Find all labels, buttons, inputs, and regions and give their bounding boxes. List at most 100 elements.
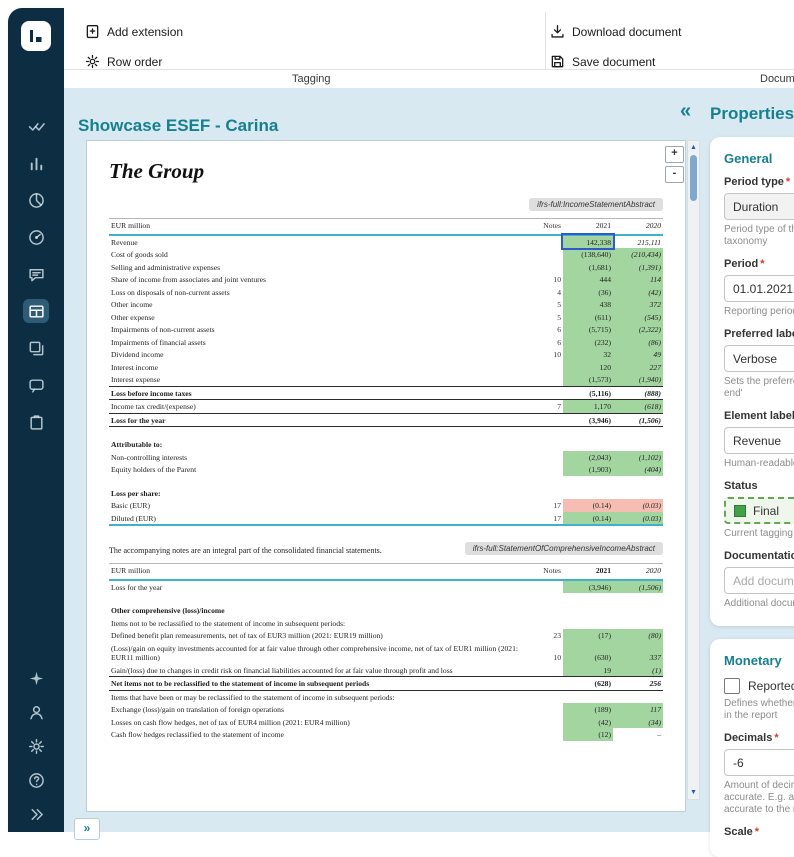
cell-2021[interactable]: (189) bbox=[563, 703, 613, 716]
spacer-cell bbox=[109, 427, 663, 439]
double-chevron-icon[interactable] bbox=[23, 802, 49, 826]
save-document-button[interactable]: Save document bbox=[550, 54, 655, 69]
preferred-label-input[interactable] bbox=[724, 345, 794, 372]
layers-icon[interactable] bbox=[23, 336, 49, 360]
cell-2020[interactable]: (42) bbox=[613, 286, 663, 299]
cell-2020[interactable]: 117 bbox=[613, 703, 663, 716]
cell-2021[interactable]: (1,903) bbox=[563, 463, 613, 476]
xbrl-tag-income-statement[interactable]: ifrs-full:IncomeStatementAbstract bbox=[529, 198, 663, 211]
sparkle-icon[interactable] bbox=[23, 666, 49, 690]
cell-2021[interactable]: (611) bbox=[563, 311, 613, 324]
cell-2021[interactable]: 1,170 bbox=[563, 400, 613, 414]
cell-2020[interactable]: (0.03) bbox=[613, 512, 663, 526]
cell-2021[interactable]: 120 bbox=[563, 361, 613, 374]
cell-2021[interactable]: (1,573) bbox=[563, 373, 613, 386]
row-notes bbox=[533, 361, 563, 374]
cell-2021[interactable]: (42) bbox=[563, 716, 613, 729]
cell-2020[interactable]: (1,506) bbox=[613, 580, 663, 594]
cell-2020[interactable]: (888) bbox=[613, 386, 663, 400]
comprehensive-income-table: EUR millionNotes20212020Loss for the yea… bbox=[109, 563, 663, 741]
scrollbar-thumb[interactable] bbox=[690, 155, 697, 201]
cell-2020[interactable]: 227 bbox=[613, 361, 663, 374]
cell-2020[interactable]: (1,391) bbox=[613, 261, 663, 274]
app-logo[interactable] bbox=[21, 21, 51, 51]
cell-2020[interactable]: 337 bbox=[613, 642, 663, 664]
cell-2020[interactable]: 372 bbox=[613, 298, 663, 311]
cell-2020[interactable]: (2,322) bbox=[613, 323, 663, 336]
period-input[interactable] bbox=[724, 275, 794, 302]
reported-label: Reported bbox=[748, 679, 794, 693]
chat-icon[interactable] bbox=[23, 373, 49, 397]
tagging-table-icon[interactable] bbox=[23, 299, 49, 323]
expand-panel-button[interactable]: » bbox=[74, 818, 100, 840]
cell-2021[interactable]: 19 bbox=[563, 664, 613, 677]
cell-2021[interactable]: (3,946) bbox=[563, 580, 613, 594]
required-marker: * bbox=[755, 826, 759, 838]
scroll-down-arrow[interactable]: ▼ bbox=[688, 789, 699, 796]
clipboard-icon[interactable] bbox=[23, 410, 49, 434]
scroll-up-arrow[interactable]: ▲ bbox=[688, 144, 699, 151]
cell-2021[interactable]: (3,946) bbox=[563, 413, 613, 427]
cell-2021[interactable]: (232) bbox=[563, 336, 613, 349]
status-chip[interactable]: Final bbox=[724, 497, 794, 524]
cell-2021[interactable]: (17) bbox=[563, 629, 613, 642]
cell-2021[interactable]: 438 bbox=[563, 298, 613, 311]
cell-2021 bbox=[563, 438, 613, 451]
user-icon[interactable] bbox=[23, 700, 49, 724]
cell-2021[interactable]: 32 bbox=[563, 348, 613, 361]
collapse-panel-icon[interactable]: « bbox=[680, 100, 691, 123]
cell-2020[interactable]: 256 bbox=[613, 677, 663, 691]
zoom-out-button[interactable]: - bbox=[665, 166, 684, 183]
documentation-input[interactable] bbox=[724, 567, 794, 594]
cell-2021[interactable]: (0.14) bbox=[563, 512, 613, 526]
cell-2020[interactable]: (545) bbox=[613, 311, 663, 324]
double-check-icon[interactable] bbox=[23, 114, 49, 138]
add-extension-button[interactable]: Add extension bbox=[85, 24, 183, 39]
cell-2021[interactable]: (2,043) bbox=[563, 451, 613, 464]
cell-2020[interactable]: (1,102) bbox=[613, 451, 663, 464]
cell-2021[interactable]: (628) bbox=[563, 677, 613, 691]
cell-2020[interactable]: (1,506) bbox=[613, 413, 663, 427]
cell-2021[interactable]: (5,715) bbox=[563, 323, 613, 336]
period-type-input[interactable] bbox=[724, 193, 794, 220]
download-document-button[interactable]: Download document bbox=[550, 24, 681, 39]
cell-2021[interactable]: (12) bbox=[563, 728, 613, 741]
settings-icon[interactable] bbox=[23, 734, 49, 758]
pie-chart-icon[interactable] bbox=[23, 188, 49, 212]
element-label-input[interactable] bbox=[724, 427, 794, 454]
cell-2021[interactable]: 444 bbox=[563, 273, 613, 286]
row-label: Non-controlling interests bbox=[109, 451, 533, 464]
zoom-in-button[interactable]: + bbox=[665, 146, 684, 163]
cell-2020[interactable]: (0.03) bbox=[613, 499, 663, 512]
comment-icon[interactable] bbox=[23, 262, 49, 286]
cell-2020[interactable]: 49 bbox=[613, 348, 663, 361]
cell-2021[interactable]: (36) bbox=[563, 286, 613, 299]
xbrl-tag-comprehensive-income[interactable]: ifrs-full:StatementOfComprehensiveIncome… bbox=[465, 542, 663, 555]
gauge-icon[interactable] bbox=[23, 225, 49, 249]
bar-chart-icon[interactable] bbox=[23, 151, 49, 175]
cell-2020[interactable]: (210,434) bbox=[613, 248, 663, 261]
cell-2020[interactable]: (404) bbox=[613, 463, 663, 476]
decimals-input[interactable] bbox=[724, 749, 794, 776]
row-order-button[interactable]: Row order bbox=[85, 54, 162, 69]
cell-2020[interactable]: (34) bbox=[613, 716, 663, 729]
cell-2021[interactable]: (138,640) bbox=[563, 248, 613, 261]
cell-2021[interactable]: (5,116) bbox=[563, 386, 613, 400]
cell-2020[interactable]: (86) bbox=[613, 336, 663, 349]
cell-2020[interactable]: (1,940) bbox=[613, 373, 663, 386]
reported-checkbox[interactable] bbox=[724, 678, 740, 694]
cell-2020[interactable]: – bbox=[613, 728, 663, 741]
document-scrollbar[interactable]: ▲ ▼ bbox=[687, 140, 700, 800]
cell-2020[interactable]: 114 bbox=[613, 273, 663, 286]
decimals-helper: Amount of decimals to which the reported… bbox=[724, 780, 794, 816]
cell-2021[interactable]: (630) bbox=[563, 642, 613, 664]
cell-2020[interactable]: (1) bbox=[613, 664, 663, 677]
cell-2020[interactable]: (80) bbox=[613, 629, 663, 642]
cell-2020[interactable]: (618) bbox=[613, 400, 663, 414]
selected-fact-cell[interactable]: 142,338 bbox=[563, 235, 613, 249]
help-icon[interactable] bbox=[23, 768, 49, 792]
cell-2020[interactable]: 215,111 bbox=[613, 235, 663, 249]
cell-2021[interactable]: (1,681) bbox=[563, 261, 613, 274]
cell-2021[interactable]: (0.14) bbox=[563, 499, 613, 512]
row-label: Other expense bbox=[109, 311, 533, 324]
